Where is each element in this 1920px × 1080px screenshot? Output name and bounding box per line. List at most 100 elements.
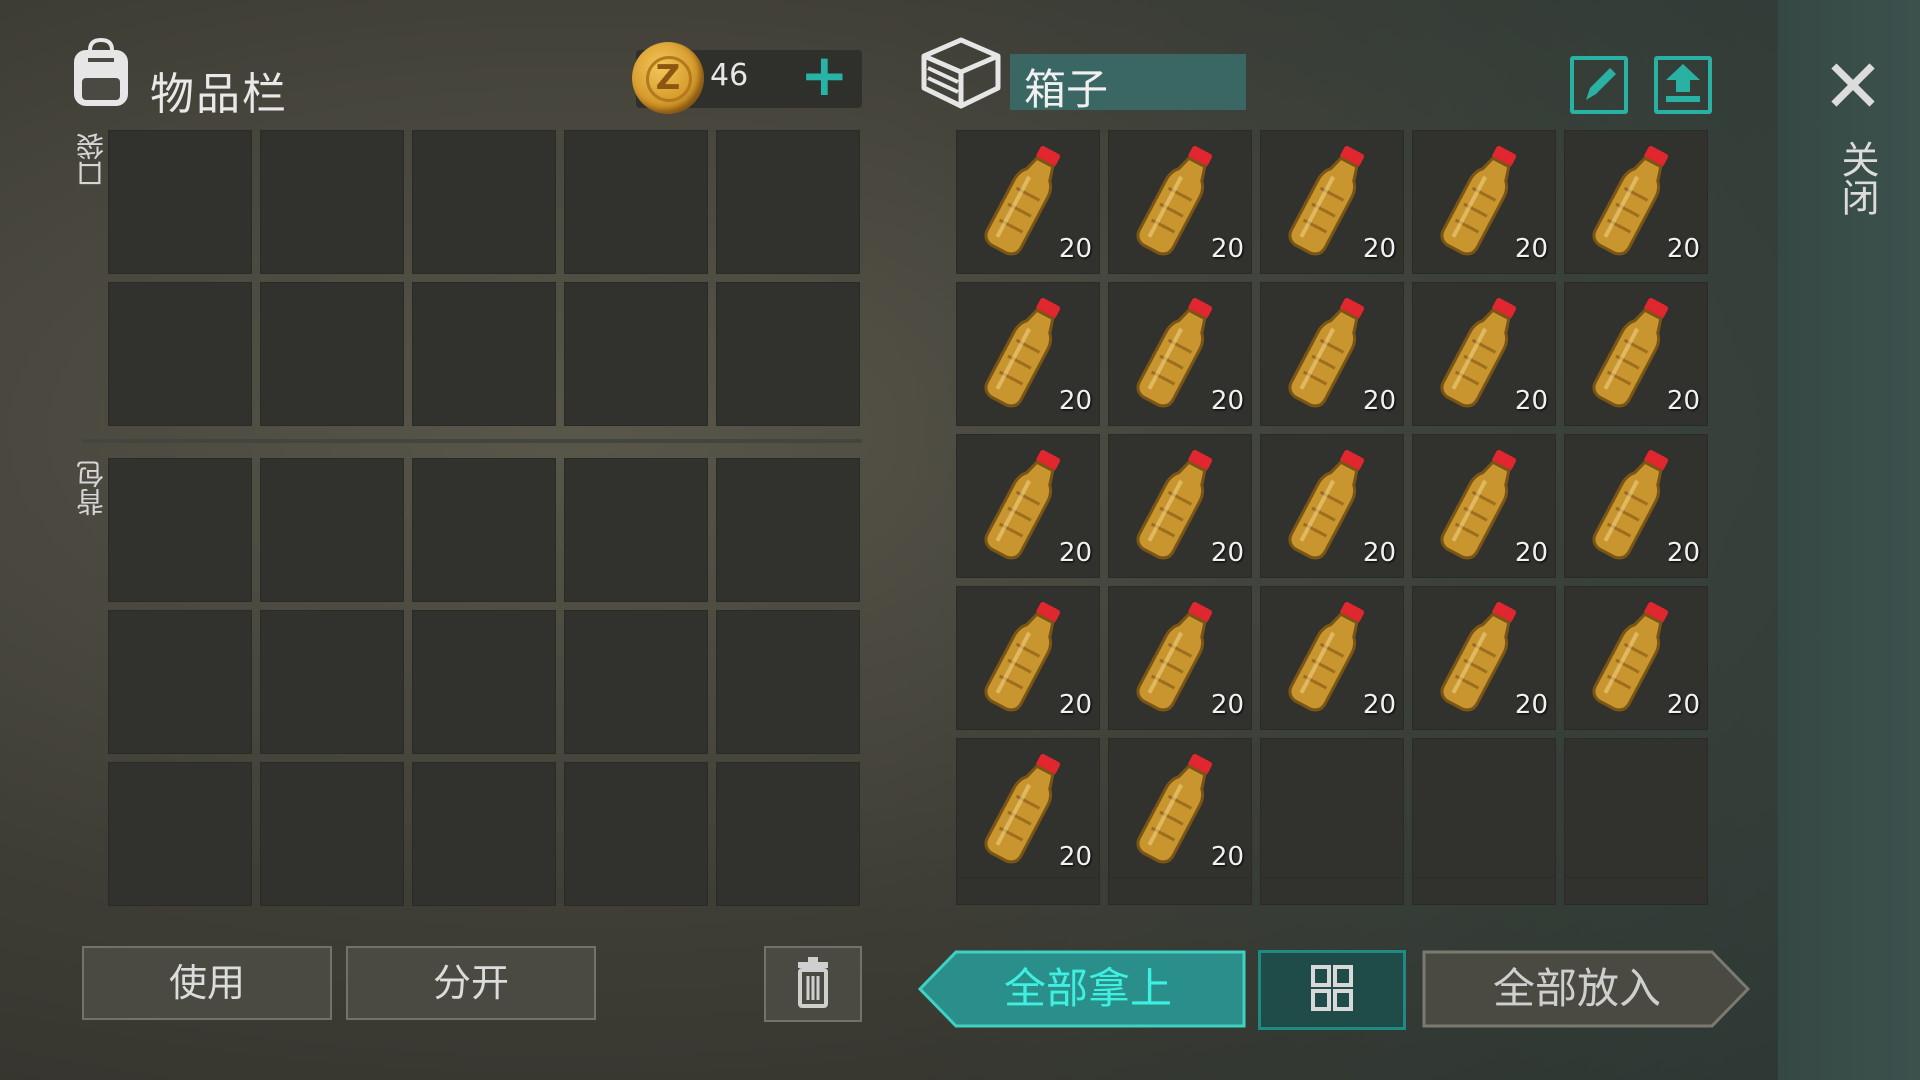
edit-icon <box>1586 68 1616 100</box>
inventory-slot[interactable] <box>564 762 708 906</box>
split-button[interactable]: 分开 <box>346 946 596 1020</box>
box-title: 箱子 <box>1024 65 1109 114</box>
inventory-slot[interactable] <box>716 762 860 906</box>
item-quantity: 20 <box>1666 234 1700 264</box>
inventory-slot[interactable] <box>412 282 556 426</box>
item-quantity: 20 <box>1666 386 1700 416</box>
item-quantity: 20 <box>1058 234 1092 264</box>
inventory-slot[interactable] <box>564 282 708 426</box>
box-slot-item[interactable]: 20 <box>1260 586 1404 730</box>
inventory-slot[interactable] <box>716 458 860 602</box>
inventory-slot[interactable] <box>260 282 404 426</box>
inventory-slot[interactable] <box>108 458 252 602</box>
item-quantity: 20 <box>1514 538 1548 568</box>
box-slot-item[interactable]: 20 <box>1108 130 1252 274</box>
item-quantity: 20 <box>1210 234 1244 264</box>
grid-icon <box>1311 965 1353 1011</box>
inventory-slot[interactable] <box>108 130 252 274</box>
section-divider <box>82 439 862 443</box>
inventory-slot[interactable] <box>412 610 556 754</box>
take-all-button[interactable]: 全部拿上 <box>918 950 1246 1028</box>
box-slot-item[interactable]: 20 <box>1412 130 1556 274</box>
inventory-slot[interactable] <box>412 762 556 906</box>
box-slot-item[interactable]: 20 <box>956 282 1100 426</box>
box-slot-item[interactable]: 20 <box>1412 282 1556 426</box>
inventory-slot[interactable] <box>1260 877 1404 905</box>
box-slot-item[interactable]: 20 <box>1108 586 1252 730</box>
backpack-label: 背包 <box>75 460 108 516</box>
box-slot-item[interactable]: 20 <box>956 738 1100 882</box>
inventory-slot[interactable] <box>412 130 556 274</box>
item-quantity: 20 <box>1210 386 1244 416</box>
inventory-slot[interactable] <box>1564 877 1708 905</box>
close-label[interactable]: 关闭 <box>1830 140 1885 216</box>
rename-button[interactable] <box>1570 56 1628 114</box>
backpack-grid <box>108 458 860 906</box>
box-grid: 20 20 20 20 20 20 20 20 20 20 20 20 20 20 20 20 20 20 20 20… <box>956 130 1708 882</box>
grid-view-button[interactable] <box>1258 950 1406 1030</box>
inventory-slot[interactable] <box>716 610 860 754</box>
box-slot-item[interactable]: 20 <box>1564 586 1708 730</box>
box-icon <box>920 36 1002 112</box>
inventory-slot[interactable] <box>260 762 404 906</box>
box-slot-item[interactable]: 20 <box>956 434 1100 578</box>
box-slot-item[interactable]: 20 <box>1412 586 1556 730</box>
item-quantity: 20 <box>1362 234 1396 264</box>
item-quantity: 20 <box>1058 842 1092 872</box>
item-quantity: 20 <box>1362 386 1396 416</box>
inventory-slot[interactable] <box>564 458 708 602</box>
inventory-slot[interactable] <box>412 458 556 602</box>
box-slot-item[interactable]: 20 <box>1260 434 1404 578</box>
item-quantity: 20 <box>1362 538 1396 568</box>
inventory-slot[interactable] <box>716 282 860 426</box>
close-icon[interactable]: ✕ <box>1822 50 1884 124</box>
item-quantity: 20 <box>1514 690 1548 720</box>
inventory-slot[interactable] <box>108 762 252 906</box>
box-slot-item[interactable]: 20 <box>1108 282 1252 426</box>
box-slot-item[interactable]: 20 <box>956 130 1100 274</box>
box-slot-item[interactable]: 20 <box>1108 738 1252 882</box>
trash-button[interactable] <box>764 946 862 1022</box>
inventory-slot[interactable] <box>260 610 404 754</box>
inventory-slot[interactable] <box>956 877 1100 905</box>
trash-icon <box>798 957 828 1008</box>
item-quantity: 20 <box>1514 234 1548 264</box>
box-slot-empty[interactable] <box>1564 738 1708 882</box>
put-all-button[interactable]: 全部放入 <box>1422 950 1752 1028</box>
box-slot-item[interactable]: 20 <box>1260 130 1404 274</box>
item-quantity: 20 <box>1514 386 1548 416</box>
box-slot-item[interactable]: 20 <box>1564 282 1708 426</box>
inventory-slot[interactable] <box>564 130 708 274</box>
inventory-slot[interactable] <box>716 130 860 274</box>
inventory-slot[interactable] <box>260 130 404 274</box>
inventory-slot[interactable] <box>108 282 252 426</box>
item-quantity: 20 <box>1210 842 1244 872</box>
box-slot-item[interactable]: 20 <box>1260 282 1404 426</box>
box-slot-item[interactable]: 20 <box>1564 130 1708 274</box>
add-coins-button[interactable]: + <box>800 46 849 104</box>
put-all-label: 全部放入 <box>1492 964 1661 1013</box>
inventory-title: 物品栏 <box>150 69 288 120</box>
box-slot-empty[interactable] <box>1260 738 1404 882</box>
item-quantity: 20 <box>1666 538 1700 568</box>
inventory-slot[interactable] <box>564 610 708 754</box>
item-quantity: 20 <box>1210 690 1244 720</box>
coin-count: 46 <box>710 58 749 93</box>
upload-button[interactable] <box>1654 56 1712 114</box>
inventory-slot[interactable] <box>260 458 404 602</box>
item-quantity: 20 <box>1058 538 1092 568</box>
inventory-slot[interactable] <box>1108 877 1252 905</box>
box-slot-empty[interactable] <box>1412 738 1556 882</box>
box-slot-item[interactable]: 20 <box>1564 434 1708 578</box>
box-slot-item[interactable]: 20 <box>1108 434 1252 578</box>
inventory-slot[interactable] <box>1412 877 1556 905</box>
box-slot-item[interactable]: 20 <box>1412 434 1556 578</box>
use-button[interactable]: 使用 <box>82 946 332 1020</box>
item-quantity: 20 <box>1210 538 1244 568</box>
backpack-icon <box>68 36 134 110</box>
item-quantity: 20 <box>1058 386 1092 416</box>
pocket-label: 口袋 <box>75 132 108 188</box>
item-quantity: 20 <box>1666 690 1700 720</box>
inventory-slot[interactable] <box>108 610 252 754</box>
box-slot-item[interactable]: 20 <box>956 586 1100 730</box>
